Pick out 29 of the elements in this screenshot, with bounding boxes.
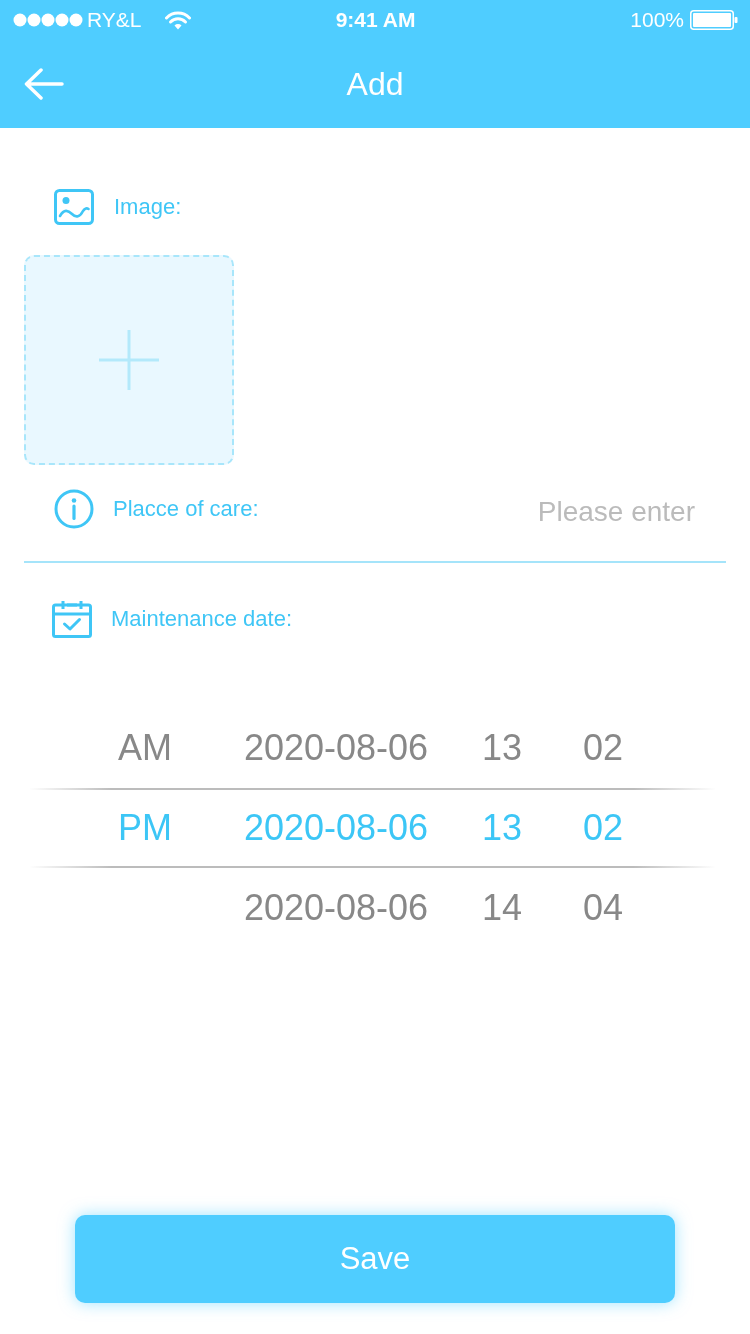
minute-option[interactable]: 02 (582, 807, 623, 849)
date-option[interactable]: 2020-08-06 (243, 727, 429, 769)
date-option[interactable]: 2020-08-06 (243, 887, 429, 929)
place-input-field[interactable]: Please enter (445, 496, 695, 528)
back-arrow-icon[interactable] (24, 68, 64, 100)
hour-option[interactable]: 13 (481, 807, 522, 849)
image-upload-button[interactable] (24, 255, 234, 465)
save-button[interactable]: Save (75, 1215, 675, 1303)
date-option[interactable]: 2020-08-06 (243, 807, 429, 849)
page-title: Add (346, 65, 404, 103)
period-option[interactable]: AM (118, 727, 172, 769)
minute-option[interactable]: 04 (582, 887, 623, 929)
hour-option[interactable]: 13 (481, 727, 522, 769)
date-label: Maintenance date: (111, 606, 293, 632)
plus-icon (99, 330, 159, 390)
wifi-icon (165, 10, 192, 30)
minute-option[interactable]: 02 (582, 727, 623, 769)
battery-percent: 100% (630, 8, 684, 32)
period-option[interactable]: PM (118, 807, 172, 849)
calendar-check-icon (52, 600, 92, 638)
info-icon (54, 489, 94, 529)
hour-option[interactable]: 14 (481, 887, 522, 929)
status-time: 9:41 AM (335, 8, 416, 32)
place-label: Placce of care: (113, 496, 259, 522)
image-icon (54, 189, 94, 225)
image-label: Image: (114, 194, 182, 220)
carrier-name: RY&L (87, 8, 142, 32)
signal-icon (13, 13, 83, 27)
battery-icon (690, 10, 738, 30)
